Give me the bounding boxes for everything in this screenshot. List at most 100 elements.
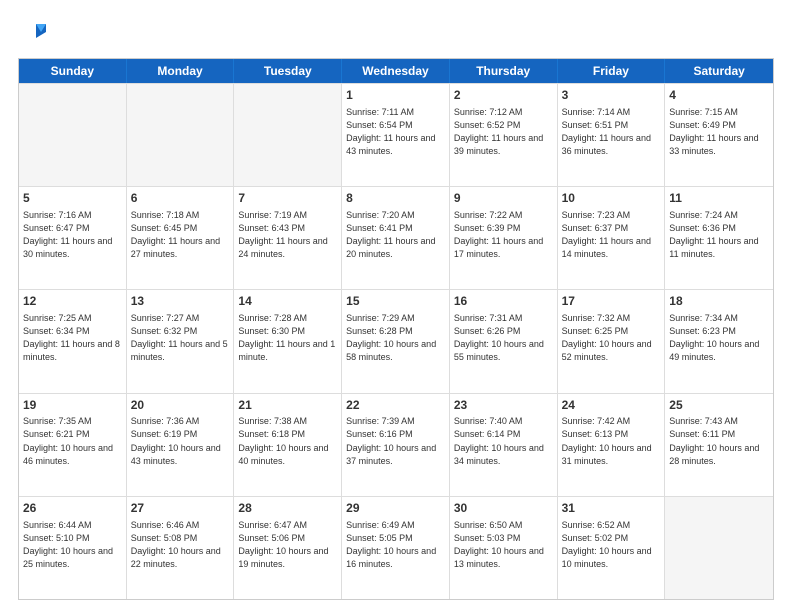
day-cell-7: 7 Sunrise: 7:19 AM Sunset: 6:43 PM Daylig… — [234, 187, 342, 289]
day-cell-14: 14 Sunrise: 7:28 AM Sunset: 6:30 PM Dayli… — [234, 290, 342, 392]
day-number: 30 — [454, 500, 553, 517]
day-info: Sunrise: 6:47 AM Sunset: 5:06 PM Dayligh… — [238, 519, 337, 571]
day-number: 7 — [238, 190, 337, 207]
day-info: Sunrise: 7:32 AM Sunset: 6:25 PM Dayligh… — [562, 312, 661, 364]
day-cell-15: 15Sunrise: 7:29 AM Sunset: 6:28 PM Dayli… — [342, 290, 450, 392]
day-cell-31: 31Sunrise: 6:52 AM Sunset: 5:02 PM Dayli… — [558, 497, 666, 599]
calendar-week-2: 5Sunrise: 7:16 AM Sunset: 6:47 PM Daylig… — [19, 186, 773, 289]
day-number: 31 — [562, 500, 661, 517]
logo — [18, 18, 52, 48]
day-number: 18 — [669, 293, 769, 310]
day-cell-21: 21Sunrise: 7:38 AM Sunset: 6:18 PM Dayli… — [234, 394, 342, 496]
day-cell-4: 4 Sunrise: 7:15 AM Sunset: 6:49 PM Daylig… — [665, 84, 773, 186]
day-number: 10 — [562, 190, 661, 207]
calendar-header: SundayMondayTuesdayWednesdayThursdayFrid… — [19, 59, 773, 83]
day-info: Sunrise: 7:11 AM Sunset: 6:54 PM Dayligh… — [346, 106, 445, 158]
day-info: Sunrise: 7:38 AM Sunset: 6:18 PM Dayligh… — [238, 415, 337, 467]
day-info: Sunrise: 7:39 AM Sunset: 6:16 PM Dayligh… — [346, 415, 445, 467]
day-info: Sunrise: 6:49 AM Sunset: 5:05 PM Dayligh… — [346, 519, 445, 571]
day-cell-17: 17 Sunrise: 7:32 AM Sunset: 6:25 PM Dayli… — [558, 290, 666, 392]
day-cell-11: 11 Sunrise: 7:24 AM Sunset: 6:36 PM Dayli… — [665, 187, 773, 289]
day-cell-30: 30 Sunrise: 6:50 AM Sunset: 5:03 PM Dayli… — [450, 497, 558, 599]
header-day-friday: Friday — [558, 59, 666, 83]
day-info: Sunrise: 7:28 AM Sunset: 6:30 PM Dayligh… — [238, 312, 337, 364]
day-info: Sunrise: 6:44 AM Sunset: 5:10 PM Dayligh… — [23, 519, 122, 571]
day-cell-29: 29 Sunrise: 6:49 AM Sunset: 5:05 PM Dayli… — [342, 497, 450, 599]
empty-cell — [234, 84, 342, 186]
day-info: Sunrise: 7:43 AM Sunset: 6:11 PM Dayligh… — [669, 415, 769, 467]
day-cell-24: 24Sunrise: 7:42 AM Sunset: 6:13 PM Dayli… — [558, 394, 666, 496]
day-number: 19 — [23, 397, 122, 414]
empty-cell — [665, 497, 773, 599]
header-day-wednesday: Wednesday — [342, 59, 450, 83]
day-info: Sunrise: 7:20 AM Sunset: 6:41 PM Dayligh… — [346, 209, 445, 261]
day-info: Sunrise: 7:18 AM Sunset: 6:45 PM Dayligh… — [131, 209, 230, 261]
day-cell-8: 8Sunrise: 7:20 AM Sunset: 6:41 PM Daylig… — [342, 187, 450, 289]
day-cell-23: 23Sunrise: 7:40 AM Sunset: 6:14 PM Dayli… — [450, 394, 558, 496]
day-info: Sunrise: 7:36 AM Sunset: 6:19 PM Dayligh… — [131, 415, 230, 467]
day-info: Sunrise: 7:14 AM Sunset: 6:51 PM Dayligh… — [562, 106, 661, 158]
day-number: 28 — [238, 500, 337, 517]
day-number: 27 — [131, 500, 230, 517]
day-number: 4 — [669, 87, 769, 104]
day-cell-26: 26 Sunrise: 6:44 AM Sunset: 5:10 PM Dayli… — [19, 497, 127, 599]
day-cell-18: 18 Sunrise: 7:34 AM Sunset: 6:23 PM Dayli… — [665, 290, 773, 392]
day-info: Sunrise: 6:50 AM Sunset: 5:03 PM Dayligh… — [454, 519, 553, 571]
day-number: 22 — [346, 397, 445, 414]
day-info: Sunrise: 7:42 AM Sunset: 6:13 PM Dayligh… — [562, 415, 661, 467]
day-cell-16: 16 Sunrise: 7:31 AM Sunset: 6:26 PM Dayli… — [450, 290, 558, 392]
day-cell-20: 20Sunrise: 7:36 AM Sunset: 6:19 PM Dayli… — [127, 394, 235, 496]
calendar-week-5: 26 Sunrise: 6:44 AM Sunset: 5:10 PM Dayli… — [19, 496, 773, 599]
day-number: 24 — [562, 397, 661, 414]
day-number: 1 — [346, 87, 445, 104]
day-info: Sunrise: 7:29 AM Sunset: 6:28 PM Dayligh… — [346, 312, 445, 364]
day-cell-3: 3Sunrise: 7:14 AM Sunset: 6:51 PM Daylig… — [558, 84, 666, 186]
day-cell-5: 5Sunrise: 7:16 AM Sunset: 6:47 PM Daylig… — [19, 187, 127, 289]
day-info: Sunrise: 7:27 AM Sunset: 6:32 PM Dayligh… — [131, 312, 230, 364]
day-info: Sunrise: 7:34 AM Sunset: 6:23 PM Dayligh… — [669, 312, 769, 364]
day-cell-2: 2 Sunrise: 7:12 AM Sunset: 6:52 PM Daylig… — [450, 84, 558, 186]
day-info: Sunrise: 7:12 AM Sunset: 6:52 PM Dayligh… — [454, 106, 553, 158]
day-info: Sunrise: 7:15 AM Sunset: 6:49 PM Dayligh… — [669, 106, 769, 158]
day-number: 25 — [669, 397, 769, 414]
day-cell-28: 28 Sunrise: 6:47 AM Sunset: 5:06 PM Dayli… — [234, 497, 342, 599]
day-number: 14 — [238, 293, 337, 310]
day-number: 12 — [23, 293, 122, 310]
day-cell-1: 1 Sunrise: 7:11 AM Sunset: 6:54 PM Daylig… — [342, 84, 450, 186]
logo-icon — [18, 18, 48, 48]
day-cell-13: 13 Sunrise: 7:27 AM Sunset: 6:32 PM Dayli… — [127, 290, 235, 392]
day-number: 9 — [454, 190, 553, 207]
day-number: 17 — [562, 293, 661, 310]
day-cell-6: 6 Sunrise: 7:18 AM Sunset: 6:45 PM Daylig… — [127, 187, 235, 289]
calendar-body: 1 Sunrise: 7:11 AM Sunset: 6:54 PM Daylig… — [19, 83, 773, 599]
day-info: Sunrise: 7:25 AM Sunset: 6:34 PM Dayligh… — [23, 312, 122, 364]
day-number: 13 — [131, 293, 230, 310]
day-info: Sunrise: 7:23 AM Sunset: 6:37 PM Dayligh… — [562, 209, 661, 261]
day-cell-22: 22Sunrise: 7:39 AM Sunset: 6:16 PM Dayli… — [342, 394, 450, 496]
day-number: 23 — [454, 397, 553, 414]
day-number: 21 — [238, 397, 337, 414]
header-day-saturday: Saturday — [665, 59, 773, 83]
empty-cell — [127, 84, 235, 186]
day-info: Sunrise: 6:46 AM Sunset: 5:08 PM Dayligh… — [131, 519, 230, 571]
day-info: Sunrise: 7:31 AM Sunset: 6:26 PM Dayligh… — [454, 312, 553, 364]
day-number: 2 — [454, 87, 553, 104]
header-day-thursday: Thursday — [450, 59, 558, 83]
day-cell-12: 12 Sunrise: 7:25 AM Sunset: 6:34 PM Dayli… — [19, 290, 127, 392]
day-number: 6 — [131, 190, 230, 207]
calendar-week-1: 1 Sunrise: 7:11 AM Sunset: 6:54 PM Daylig… — [19, 83, 773, 186]
day-cell-10: 10 Sunrise: 7:23 AM Sunset: 6:37 PM Dayli… — [558, 187, 666, 289]
day-info: Sunrise: 7:19 AM Sunset: 6:43 PM Dayligh… — [238, 209, 337, 261]
day-info: Sunrise: 7:35 AM Sunset: 6:21 PM Dayligh… — [23, 415, 122, 467]
day-number: 16 — [454, 293, 553, 310]
day-number: 11 — [669, 190, 769, 207]
day-info: Sunrise: 7:16 AM Sunset: 6:47 PM Dayligh… — [23, 209, 122, 261]
day-number: 29 — [346, 500, 445, 517]
day-cell-9: 9Sunrise: 7:22 AM Sunset: 6:39 PM Daylig… — [450, 187, 558, 289]
calendar: SundayMondayTuesdayWednesdayThursdayFrid… — [18, 58, 774, 600]
day-info: Sunrise: 7:24 AM Sunset: 6:36 PM Dayligh… — [669, 209, 769, 261]
header-day-tuesday: Tuesday — [234, 59, 342, 83]
day-number: 26 — [23, 500, 122, 517]
day-cell-19: 19Sunrise: 7:35 AM Sunset: 6:21 PM Dayli… — [19, 394, 127, 496]
day-cell-25: 25Sunrise: 7:43 AM Sunset: 6:11 PM Dayli… — [665, 394, 773, 496]
